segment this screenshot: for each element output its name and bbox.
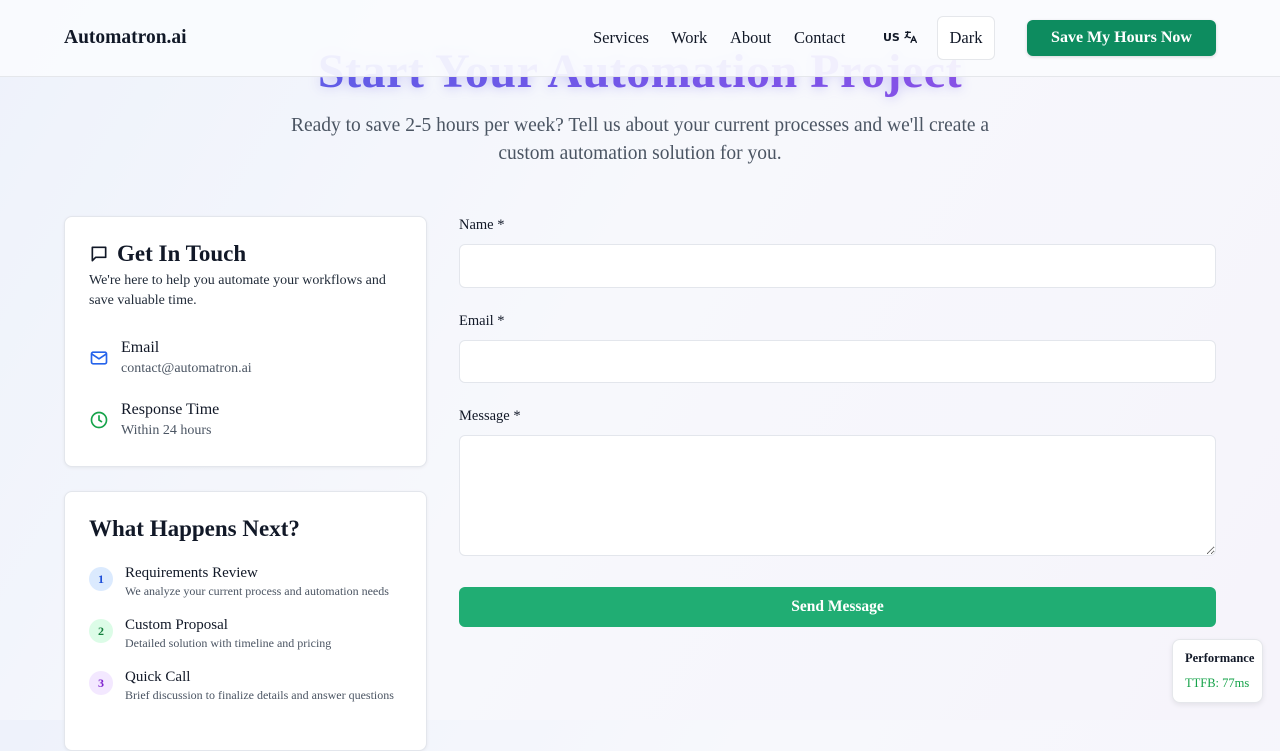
name-label: Name * bbox=[459, 217, 505, 233]
mail-icon bbox=[90, 351, 108, 365]
step-item: 2 Custom Proposal Detailed solution with… bbox=[89, 616, 331, 651]
response-time-label: Response Time bbox=[121, 401, 220, 418]
step-description: We analyze your current process and auto… bbox=[125, 584, 389, 598]
performance-title: Performance bbox=[1185, 651, 1255, 665]
message-label: Message * bbox=[459, 408, 521, 424]
step-number-badge: 3 bbox=[89, 671, 113, 695]
response-time-row: Response Time Within 24 hours bbox=[89, 401, 219, 439]
get-in-touch-card: Get In Touch We're here to help you auto… bbox=[64, 216, 427, 467]
language-code: US bbox=[883, 30, 900, 44]
step-description: Detailed solution with timeline and pric… bbox=[125, 636, 332, 650]
name-input[interactable] bbox=[459, 244, 1216, 288]
chat-icon bbox=[91, 246, 107, 262]
step-item: 1 Requirements Review We analyze your cu… bbox=[89, 564, 389, 599]
nav-link-about[interactable]: About bbox=[730, 28, 771, 48]
nav-link-services[interactable]: Services bbox=[593, 28, 649, 48]
get-in-touch-description: We're here to help you automate your wor… bbox=[89, 273, 386, 308]
send-message-button[interactable]: Send Message bbox=[459, 587, 1216, 627]
site-logo[interactable]: Automatron.ai bbox=[64, 27, 187, 49]
what-happens-next-title: What Happens Next? bbox=[89, 516, 300, 541]
get-in-touch-title: Get In Touch bbox=[117, 241, 247, 266]
response-time-value: Within 24 hours bbox=[121, 423, 212, 438]
ttfb-value: TTFB: 77ms bbox=[1185, 676, 1250, 690]
step-title: Custom Proposal bbox=[125, 617, 228, 633]
translate-icon bbox=[904, 31, 917, 43]
email-address[interactable]: contact@automatron.ai bbox=[121, 361, 252, 377]
email-info-row: Email contact@automatron.ai bbox=[89, 339, 252, 377]
page-subtitle: Ready to save 2-5 hours per week? Tell u… bbox=[290, 115, 990, 164]
step-number-badge: 1 bbox=[89, 567, 113, 591]
save-hours-cta-button[interactable]: Save My Hours Now bbox=[1027, 20, 1216, 56]
theme-toggle-button[interactable]: Dark bbox=[937, 16, 995, 60]
top-navbar: Automatron.ai Services Work About Contac… bbox=[0, 0, 1280, 77]
clock-icon bbox=[90, 411, 108, 429]
step-description: Brief discussion to finalize details and… bbox=[125, 688, 394, 702]
what-happens-next-card: What Happens Next? 1 Requirements Review… bbox=[64, 491, 427, 751]
get-in-touch-heading: Get In Touch bbox=[89, 241, 246, 267]
nav-link-contact[interactable]: Contact bbox=[794, 28, 845, 48]
email-field-label: Email * bbox=[459, 313, 505, 329]
step-number-badge: 2 bbox=[89, 619, 113, 643]
email-label: Email bbox=[121, 339, 160, 356]
language-switcher[interactable]: US bbox=[883, 29, 919, 45]
step-title: Requirements Review bbox=[125, 565, 258, 581]
step-title: Quick Call bbox=[125, 669, 191, 685]
performance-widget: Performance TTFB: 77ms bbox=[1172, 639, 1263, 703]
message-textarea[interactable] bbox=[459, 435, 1216, 556]
step-item: 3 Quick Call Brief discussion to finaliz… bbox=[89, 668, 394, 703]
email-input[interactable] bbox=[459, 340, 1216, 383]
nav-link-work[interactable]: Work bbox=[671, 28, 707, 48]
